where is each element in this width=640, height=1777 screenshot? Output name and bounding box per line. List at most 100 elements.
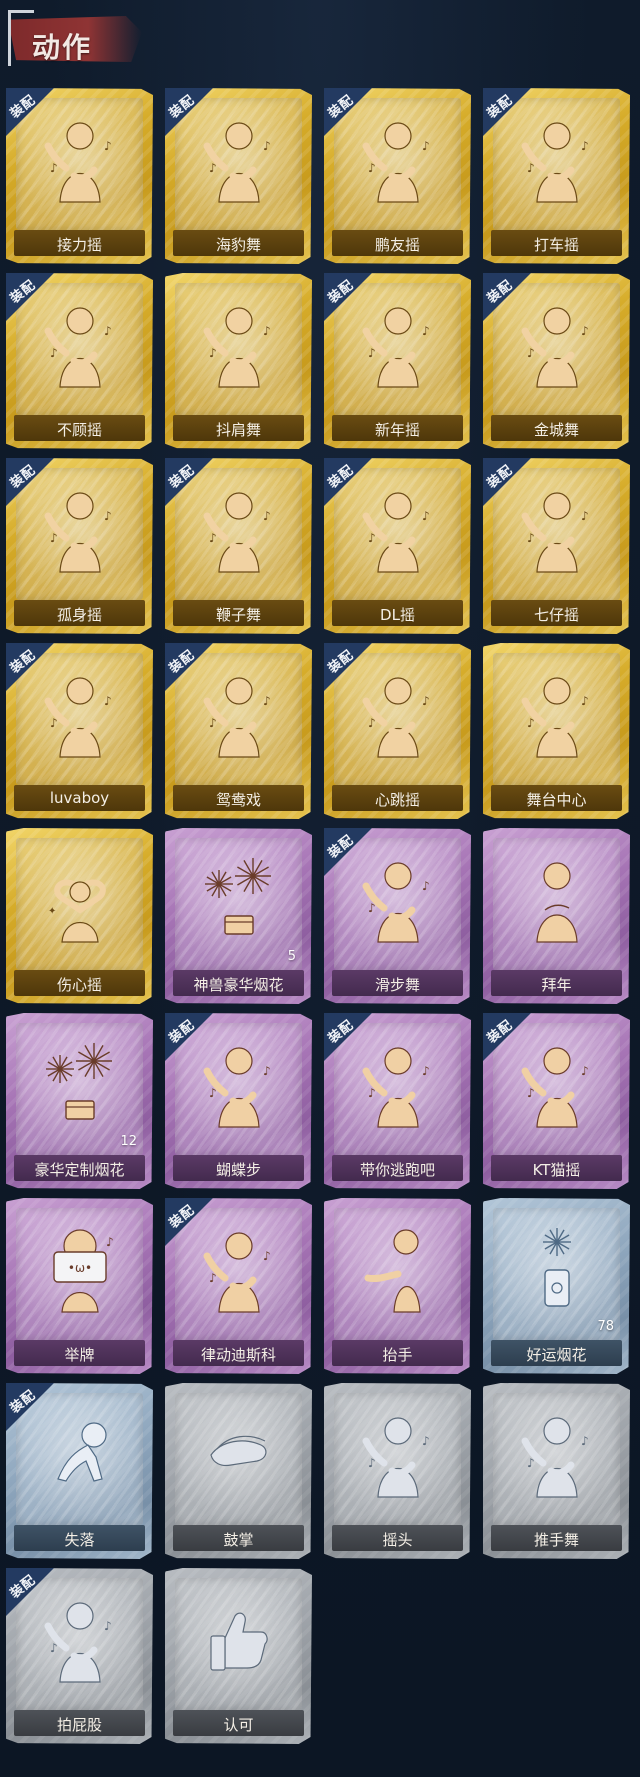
emote-card[interactable]: 78 好运烟花 — [483, 1198, 630, 1374]
emote-card[interactable]: ♪ ♪ 鸳鸯戏 装配 — [165, 643, 312, 819]
emote-card[interactable]: ♪ ♪ 金城舞 装配 — [483, 273, 630, 449]
thumbs-up-icon — [191, 1586, 287, 1686]
emote-grid: ♪ ♪ 接力摇 装配 ♪ ♪ 海豹舞 装配 ♪ ♪ 鹏友摇 装配 ♪ ♪ 打车摇 装配 — [6, 88, 634, 1744]
card-label: luvaboy — [49, 789, 110, 807]
dance-pose-icon: ♪ ♪ — [509, 1401, 605, 1501]
svg-text:♪: ♪ — [106, 1235, 114, 1249]
emote-card[interactable]: ♪ ♪ luvaboy 装配 — [6, 643, 153, 819]
emote-card[interactable]: ✦ 伤心摇 — [6, 828, 153, 1004]
svg-text:♪: ♪ — [581, 324, 589, 338]
emote-card[interactable]: ♪ ♪ 海豹舞 装配 — [165, 88, 312, 264]
card-label: 豪华定制烟花 — [34, 1161, 125, 1179]
equipped-badge: 装配 — [6, 458, 58, 510]
svg-text:♪: ♪ — [527, 1086, 535, 1100]
emote-card[interactable]: ♪ ♪ 舞台中心 — [483, 643, 630, 819]
svg-text:♪: ♪ — [527, 531, 535, 545]
equipped-badge: 装配 — [324, 643, 376, 695]
equipped-badge: 装配 — [324, 1013, 376, 1065]
svg-text:♪: ♪ — [104, 1619, 112, 1633]
card-label: 鞭子舞 — [215, 606, 261, 624]
fireworks-icon — [191, 846, 287, 946]
card-label: 舞台中心 — [526, 791, 587, 809]
emote-card[interactable]: ♪ ♪ 打车摇 装配 — [483, 88, 630, 264]
equipped-badge: 装配 — [165, 1013, 217, 1065]
card-label-bar: 推手舞 — [491, 1525, 622, 1551]
emote-card[interactable]: ♪ ♪ 拍屁股 装配 — [6, 1568, 153, 1744]
card-label-bar: 舞台中心 — [491, 785, 622, 811]
emote-card[interactable]: ♪ ♪ 新年摇 装配 — [324, 273, 471, 449]
emote-card[interactable]: ♪ ♪ 鹏友摇 装配 — [324, 88, 471, 264]
svg-text:✦: ✦ — [48, 906, 56, 917]
emote-card[interactable]: ♪ ♪ 滑步舞 装配 — [324, 828, 471, 1004]
emote-card[interactable]: ♪ ♪ 推手舞 — [483, 1383, 630, 1559]
emote-card[interactable]: 鼓掌 — [165, 1383, 312, 1559]
emote-card[interactable]: ♪ ♪ 摇头 — [324, 1383, 471, 1559]
header-bracket — [8, 10, 34, 66]
svg-text:♪: ♪ — [209, 346, 217, 360]
card-label-bar: 拍屁股 — [14, 1710, 145, 1736]
card-label-bar: 滑步舞 — [332, 970, 463, 996]
equipped-badge: 装配 — [6, 1568, 58, 1620]
card-label-bar: 认可 — [173, 1710, 304, 1736]
svg-text:♪: ♪ — [209, 531, 217, 545]
emote-card[interactable]: ♪ ♪ 鞭子舞 装配 — [165, 458, 312, 634]
emote-card[interactable]: 抬手 — [324, 1198, 471, 1374]
card-label-bar: 神兽豪华烟花 — [173, 970, 304, 996]
dance-pose-icon: ♪ ♪ — [350, 1401, 446, 1501]
card-label: DL摇 — [380, 606, 415, 624]
emote-card[interactable]: ♪ ♪ 不顾摇 装配 — [6, 273, 153, 449]
firework-can-icon — [509, 1216, 605, 1316]
card-label: 伤心摇 — [56, 976, 102, 994]
card-label: 滑步舞 — [374, 976, 420, 994]
card-label-bar: 打车摇 — [491, 230, 622, 256]
svg-text:♪: ♪ — [581, 139, 589, 153]
emote-card[interactable]: ♪ ♪ 孤身摇 装配 — [6, 458, 153, 634]
svg-text:♪: ♪ — [263, 1064, 271, 1078]
card-label-bar: 心跳摇 — [332, 785, 463, 811]
card-label-bar: DL摇 — [332, 600, 463, 626]
card-label: 孤身摇 — [56, 606, 102, 624]
card-label-bar: 蝴蝶步 — [173, 1155, 304, 1181]
emote-card[interactable]: ♪ ♪ DL摇 装配 — [324, 458, 471, 634]
emote-card[interactable]: ♪ ♪ KT猫摇 装配 — [483, 1013, 630, 1189]
emote-card[interactable]: 12 豪华定制烟花 — [6, 1013, 153, 1189]
svg-text:♪: ♪ — [368, 531, 376, 545]
card-label-bar: 豪华定制烟花 — [14, 1155, 145, 1181]
equipped-badge: 装配 — [324, 458, 376, 510]
equipped-badge: 装配 — [483, 458, 535, 510]
equipped-badge: 装配 — [483, 1013, 535, 1065]
emote-card[interactable]: 拜年 — [483, 828, 630, 1004]
emote-card[interactable]: ♪ ♪ 接力摇 装配 — [6, 88, 153, 264]
equipped-badge: 装配 — [165, 88, 217, 140]
card-label-bar: 孤身摇 — [14, 600, 145, 626]
card-label: 海豹舞 — [215, 236, 261, 254]
card-label: 律动迪斯科 — [200, 1346, 276, 1364]
card-label: 拜年 — [541, 976, 572, 994]
section-header: 动作 — [8, 10, 142, 66]
card-label-bar: 好运烟花 — [491, 1340, 622, 1366]
equipped-badge: 装配 — [6, 1383, 58, 1435]
emote-card[interactable]: ♪ ♪ 律动迪斯科 装配 — [165, 1198, 312, 1374]
svg-text:♪: ♪ — [581, 1064, 589, 1078]
emote-card[interactable]: ♪ ♪ 七仔摇 装配 — [483, 458, 630, 634]
card-label: 好运烟花 — [526, 1346, 587, 1364]
card-label: 认可 — [223, 1716, 254, 1734]
section-title: 动作 — [32, 31, 93, 64]
emote-card[interactable]: •ω• ♪ 举牌 — [6, 1198, 153, 1374]
equipped-badge: 装配 — [324, 88, 376, 140]
card-label: 打车摇 — [533, 236, 579, 254]
card-label-bar: 金城舞 — [491, 415, 622, 441]
emote-card[interactable]: ♪ ♪ 带你逃跑吧 装配 — [324, 1013, 471, 1189]
equipped-badge: 装配 — [165, 643, 217, 695]
equipped-badge: 装配 — [6, 88, 58, 140]
emote-card[interactable]: 认可 — [165, 1568, 312, 1744]
emote-card[interactable]: 5 神兽豪华烟花 — [165, 828, 312, 1004]
emote-card[interactable]: ♪ ♪ 蝴蝶步 装配 — [165, 1013, 312, 1189]
emote-card[interactable]: 失落 装配 — [6, 1383, 153, 1559]
equipped-badge: 装配 — [324, 273, 376, 325]
card-label-bar: 拜年 — [491, 970, 622, 996]
emote-card[interactable]: ♪ ♪ 心跳摇 装配 — [324, 643, 471, 819]
card-label-bar: 新年摇 — [332, 415, 463, 441]
card-label-bar: 七仔摇 — [491, 600, 622, 626]
emote-card[interactable]: ♪ ♪ 抖肩舞 — [165, 273, 312, 449]
